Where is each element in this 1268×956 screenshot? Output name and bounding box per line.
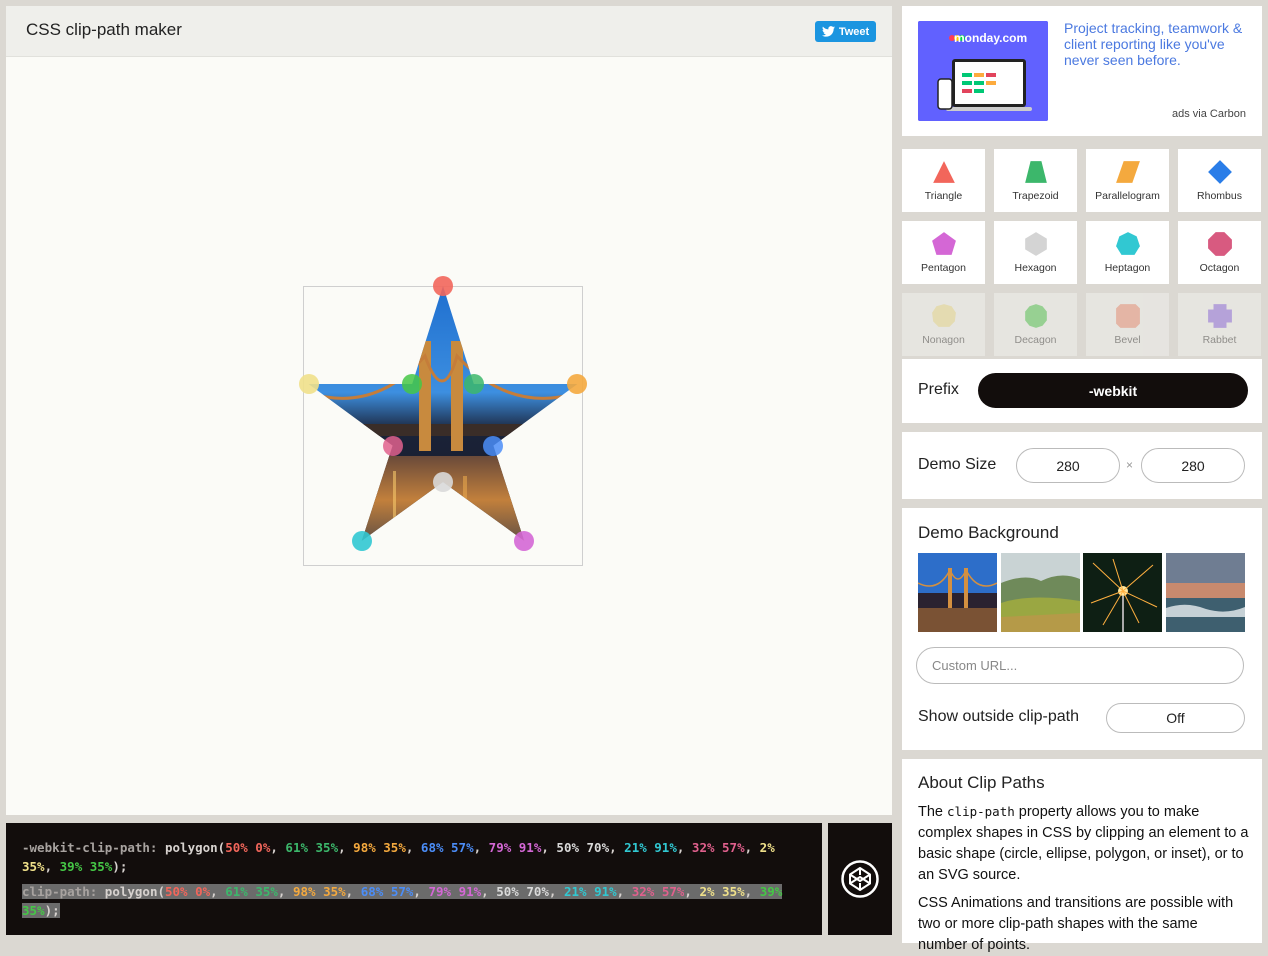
ad-via-carbon[interactable]: ads via Carbon: [1172, 108, 1246, 120]
shape-label: Nonagon: [922, 334, 965, 346]
polygon-handle-5[interactable]: [514, 530, 535, 551]
shape-label: Rabbet: [1202, 334, 1237, 346]
decagon-icon: [1024, 304, 1047, 328]
about-paragraph-2: CSS Animations and transitions are possi…: [918, 895, 1234, 953]
polygon-handle-7[interactable]: [351, 530, 372, 551]
shape-trapezoid[interactable]: Trapezoid: [994, 149, 1077, 212]
prefix-toggle-button[interactable]: -webkit: [978, 373, 1248, 408]
bg-thumb-hills[interactable]: [1001, 553, 1080, 632]
shape-bevel[interactable]: Bevel: [1086, 293, 1169, 356]
triangle-icon: [932, 161, 955, 183]
demo-size-setting: Demo Size 280 × 280: [902, 432, 1262, 499]
polygon-handle-6[interactable]: [433, 472, 453, 492]
polygon-handle-4[interactable]: [483, 435, 504, 456]
tweet-label: Tweet: [838, 25, 870, 38]
demo-height-input[interactable]: 280: [1141, 448, 1245, 483]
trapezoid-icon: [1024, 161, 1047, 183]
shape-label: Heptagon: [1104, 262, 1151, 274]
heptagon-icon: [1115, 232, 1140, 255]
shape-label: Pentagon: [921, 262, 966, 274]
codepen-icon: [841, 860, 879, 898]
shape-label: Triangle: [924, 190, 963, 202]
shape-triangle[interactable]: Triangle: [902, 149, 985, 212]
shape-label: Hexagon: [1014, 262, 1057, 274]
size-separator: ×: [1126, 458, 1134, 472]
polygon-handle-2[interactable]: [463, 374, 484, 394]
shape-nonagon[interactable]: Nonagon: [902, 293, 985, 356]
custom-url-input[interactable]: Custom URL...: [916, 647, 1244, 684]
polygon-handle-9[interactable]: [298, 374, 319, 394]
clip-path-code[interactable]: clip-path: polygon(50% 0%, 61% 35%, 98% …: [22, 883, 806, 920]
webkit-clip-path-code[interactable]: -webkit-clip-path: polygon(50% 0%, 61% 3…: [22, 839, 806, 876]
rabbet-icon: [1207, 304, 1232, 328]
shape-parallelogram[interactable]: Parallelogram: [1086, 149, 1169, 212]
demo-width-input[interactable]: 280: [1016, 448, 1120, 483]
twitter-bird-icon: [821, 26, 835, 37]
tweet-button[interactable]: Tweet: [815, 21, 876, 42]
clip-preview-image: [308, 286, 578, 541]
shape-label: Decagon: [1014, 334, 1057, 346]
shape-hexagon[interactable]: Hexagon: [994, 221, 1077, 284]
show-outside-toggle[interactable]: Off: [1106, 703, 1245, 733]
top-bar: CSS clip-path maker Tweet: [6, 6, 892, 57]
shape-decagon[interactable]: Decagon: [994, 293, 1077, 356]
shape-label: Bevel: [1114, 334, 1141, 346]
shape-rhombus[interactable]: Rhombus: [1178, 149, 1261, 212]
octagon-icon: [1207, 232, 1232, 256]
shape-pentagon[interactable]: Pentagon: [902, 221, 985, 284]
shape-octagon[interactable]: Octagon: [1178, 221, 1261, 284]
about-title: About Clip Paths: [918, 773, 1045, 792]
polygon-handle-1[interactable]: [433, 276, 453, 296]
app-title: CSS clip-path maker: [26, 20, 182, 39]
shape-heptagon[interactable]: Heptagon: [1086, 221, 1169, 284]
ad-image[interactable]: monday.com: [918, 21, 1048, 121]
codepen-button[interactable]: [828, 823, 892, 935]
carbon-ad[interactable]: monday.com Project tracking, teamwork & …: [902, 6, 1262, 136]
prefix-label: Prefix: [918, 381, 959, 398]
polygon-handle-8[interactable]: [382, 435, 403, 456]
ad-text[interactable]: Project tracking, teamwork & client repo…: [1064, 20, 1249, 68]
show-outside-label: Show outside clip-path: [918, 708, 1079, 725]
shape-label: Rhombus: [1197, 190, 1242, 202]
clip-path-code-term: clip-path: [947, 804, 1015, 819]
rhombus-icon: [1207, 160, 1232, 184]
about-paragraph-1: The clip-path property allows you to mak…: [918, 804, 1249, 883]
nonagon-icon: [931, 304, 956, 327]
demo-background-label: Demo Background: [918, 523, 1059, 542]
pentagon-icon: [931, 232, 956, 255]
shape-label: Parallelogram: [1095, 190, 1160, 202]
css-code-output: -webkit-clip-path: polygon(50% 0%, 61% 3…: [6, 823, 822, 935]
about-clip-paths: About Clip Paths The clip-path property …: [902, 759, 1262, 953]
hexagon-icon: [1024, 232, 1047, 256]
parallelogram-icon: [1115, 161, 1140, 183]
shape-rabbet[interactable]: Rabbet: [1178, 293, 1261, 356]
bg-thumb-bridge[interactable]: [918, 553, 997, 632]
ad-brand: monday.com: [954, 31, 1028, 45]
demo-background-setting: Demo Background Custom URL... Show outsi…: [902, 508, 1262, 750]
bevel-icon: [1115, 304, 1140, 328]
shape-label: Trapezoid: [1012, 190, 1059, 202]
bg-thumb-sparkler[interactable]: [1083, 553, 1162, 632]
shape-label: Octagon: [1199, 262, 1240, 274]
prefix-setting: Prefix -webkit: [902, 359, 1262, 423]
demo-size-label: Demo Size: [918, 456, 997, 473]
bg-thumb-ocean[interactable]: [1166, 553, 1245, 632]
